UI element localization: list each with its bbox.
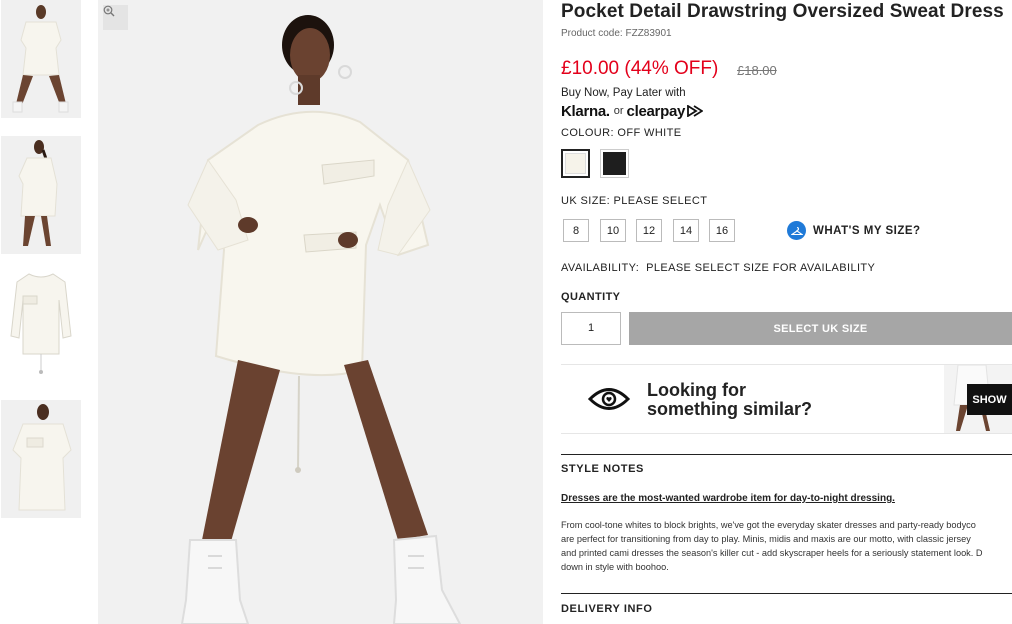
model-photo [98,0,543,624]
divider [561,454,1012,455]
availability-value: PLEASE SELECT SIZE FOR AVAILABILITY [646,262,876,274]
whats-my-size-link[interactable]: WHAT'S MY SIZE? [787,220,921,241]
clearpay-logo[interactable]: clearpay [627,103,686,120]
thumbnail-image [1,0,81,118]
sale-price: £10.00 (44% OFF) [561,58,719,79]
colour-value: OFF WHITE [617,127,682,139]
colour-label: COLOUR: [561,127,614,139]
clearpay-arrow-icon [687,105,704,117]
similar-line-1: Looking for [647,380,746,400]
colour-label-row: COLOUR: OFF WHITE [561,127,681,139]
thumbnail-flat[interactable] [1,266,81,384]
size-option-16[interactable]: 16 [709,219,735,242]
style-notes-line: and printed cami dresses the season's ki… [561,548,983,558]
select-size-button[interactable]: SELECT UK SIZE [629,312,1012,345]
size-option-10[interactable]: 10 [600,219,626,242]
klarna-logo[interactable]: Klarna. [561,103,610,120]
quantity-label: QUANTITY [561,291,621,303]
thumbnail-pose[interactable] [1,400,81,518]
style-notes-body: From cool-tone whites to block brights, … [561,518,1012,574]
product-info-panel: Pocket Detail Drawstring Oversized Sweat… [561,0,1012,624]
availability-row: AVAILABILITY: PLEASE SELECT SIZE FOR AVA… [561,262,875,274]
whats-my-size-label: WHAT'S MY SIZE? [813,224,921,237]
zoom-in-icon [103,5,115,17]
divider [561,593,1012,594]
bnpl-text: Buy Now, Pay Later with [561,87,686,99]
style-notes-line: down in style with boohoo. [561,562,669,572]
swatch-off-white[interactable] [561,149,590,178]
thumbnail-side[interactable] [1,136,81,254]
product-page: Pocket Detail Drawstring Oversized Sweat… [0,0,1012,624]
size-value: PLEASE SELECT [613,195,708,207]
hanger-icon [787,221,806,240]
quantity-input[interactable]: 1 [561,312,621,345]
style-notes-line: are perfect for transitioning from day t… [561,534,971,544]
similar-items-banner[interactable]: Looking for something similar? SHOW [561,364,1012,434]
style-notes-line: From cool-tone whites to block brights, … [561,520,976,530]
similar-text: Looking for something similar? [647,381,812,419]
product-code: Product code: FZZ83901 [561,28,672,39]
main-product-image[interactable] [98,0,543,624]
size-option-14[interactable]: 14 [673,219,699,242]
show-similar-button[interactable]: SHOW [967,384,1012,415]
payment-providers: Klarna. or clearpay [561,101,704,121]
thumbnail-image [1,400,81,518]
thumbnail-front[interactable] [1,0,81,118]
size-label: UK SIZE: [561,195,611,207]
similar-line-2: something similar? [647,399,813,419]
payment-or: or [613,105,624,117]
original-price: £18.00 [737,63,777,78]
size-option-12[interactable]: 12 [636,219,662,242]
delivery-info-title[interactable]: DELIVERY INFO [561,603,653,615]
thumbnail-image [1,136,81,254]
style-notes-heading: Dresses are the most-wanted wardrobe ite… [561,493,895,504]
style-notes-title[interactable]: STYLE NOTES [561,463,644,475]
thumbnail-image [1,266,81,384]
zoom-button[interactable] [103,5,128,30]
size-label-row: UK SIZE: PLEASE SELECT [561,195,707,207]
product-title: Pocket Detail Drawstring Oversized Sweat… [561,1,1004,22]
swatch-black[interactable] [600,149,629,178]
eye-icon [588,388,630,410]
availability-label: AVAILABILITY: [561,262,640,274]
size-option-8[interactable]: 8 [563,219,589,242]
